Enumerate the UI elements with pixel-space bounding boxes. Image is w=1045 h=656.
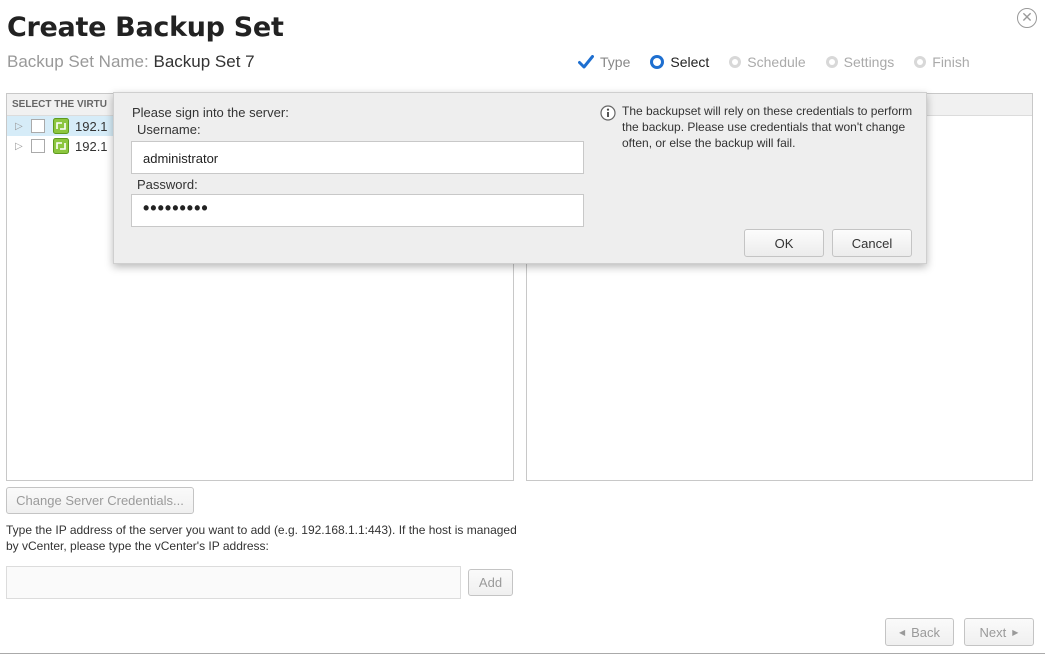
divider xyxy=(0,653,1045,654)
pending-step-icon xyxy=(914,56,927,68)
step-settings: Settings xyxy=(825,54,895,70)
server-address-input[interactable] xyxy=(6,566,461,599)
step-label: Schedule xyxy=(747,54,806,70)
back-button[interactable]: ◀ Back xyxy=(885,618,954,646)
chevron-right-icon: ▶ xyxy=(1012,627,1019,637)
dialog-prompt: Please sign into the server: xyxy=(132,105,289,120)
cancel-button[interactable]: Cancel xyxy=(832,229,912,257)
next-label: Next xyxy=(979,624,1007,640)
expand-arrow-icon[interactable]: ▷ xyxy=(15,141,31,152)
tree-item-label: 192.1 xyxy=(75,138,108,154)
host-checkbox[interactable] xyxy=(31,119,45,133)
close-icon[interactable]: ✕ xyxy=(1017,8,1037,28)
change-credentials-button[interactable]: Change Server Credentials... xyxy=(6,487,194,514)
password-label: Password: xyxy=(137,177,198,192)
username-label: Username: xyxy=(137,122,201,137)
username-field[interactable]: administrator xyxy=(131,141,584,174)
add-button[interactable]: Add xyxy=(468,569,513,596)
step-schedule: Schedule xyxy=(729,54,806,70)
host-icon xyxy=(53,118,69,134)
page-title: Create Backup Set xyxy=(7,12,284,43)
step-label: Finish xyxy=(932,54,970,70)
host-icon xyxy=(53,138,69,154)
set-name-label: Backup Set Name: xyxy=(7,52,149,71)
back-label: Back xyxy=(911,624,941,640)
pending-step-icon xyxy=(729,56,742,68)
step-label: Select xyxy=(670,54,710,70)
tree-item-label: 192.1 xyxy=(75,118,108,134)
next-button[interactable]: Next ▶ xyxy=(964,618,1034,646)
wizard-steps: Type Select Schedule Settings Finish xyxy=(578,54,970,70)
set-name-value: Backup Set 7 xyxy=(153,52,255,71)
step-select: Select xyxy=(650,54,709,70)
ok-button[interactable]: OK xyxy=(744,229,824,257)
current-step-icon xyxy=(650,55,665,69)
info-icon xyxy=(600,105,616,151)
host-checkbox[interactable] xyxy=(31,139,45,153)
step-type: Type xyxy=(578,54,630,70)
step-finish: Finish xyxy=(914,54,970,70)
credentials-info: The backupset will rely on these credent… xyxy=(600,103,927,151)
add-server-help-text: Type the IP address of the server you wa… xyxy=(6,523,517,553)
backup-set-name: Backup Set Name: Backup Set 7 xyxy=(7,52,255,72)
chevron-left-icon: ◀ xyxy=(898,627,906,637)
checkmark-icon xyxy=(578,55,594,69)
step-label: Type xyxy=(600,54,631,70)
step-label: Settings xyxy=(843,54,895,70)
pending-step-icon xyxy=(825,56,838,68)
password-field[interactable]: ••••••••• xyxy=(131,194,584,227)
expand-arrow-icon[interactable]: ▷ xyxy=(15,121,31,132)
info-text: The backupset will rely on these credent… xyxy=(622,104,913,150)
sign-in-dialog: Please sign into the server: Username: a… xyxy=(113,92,927,264)
